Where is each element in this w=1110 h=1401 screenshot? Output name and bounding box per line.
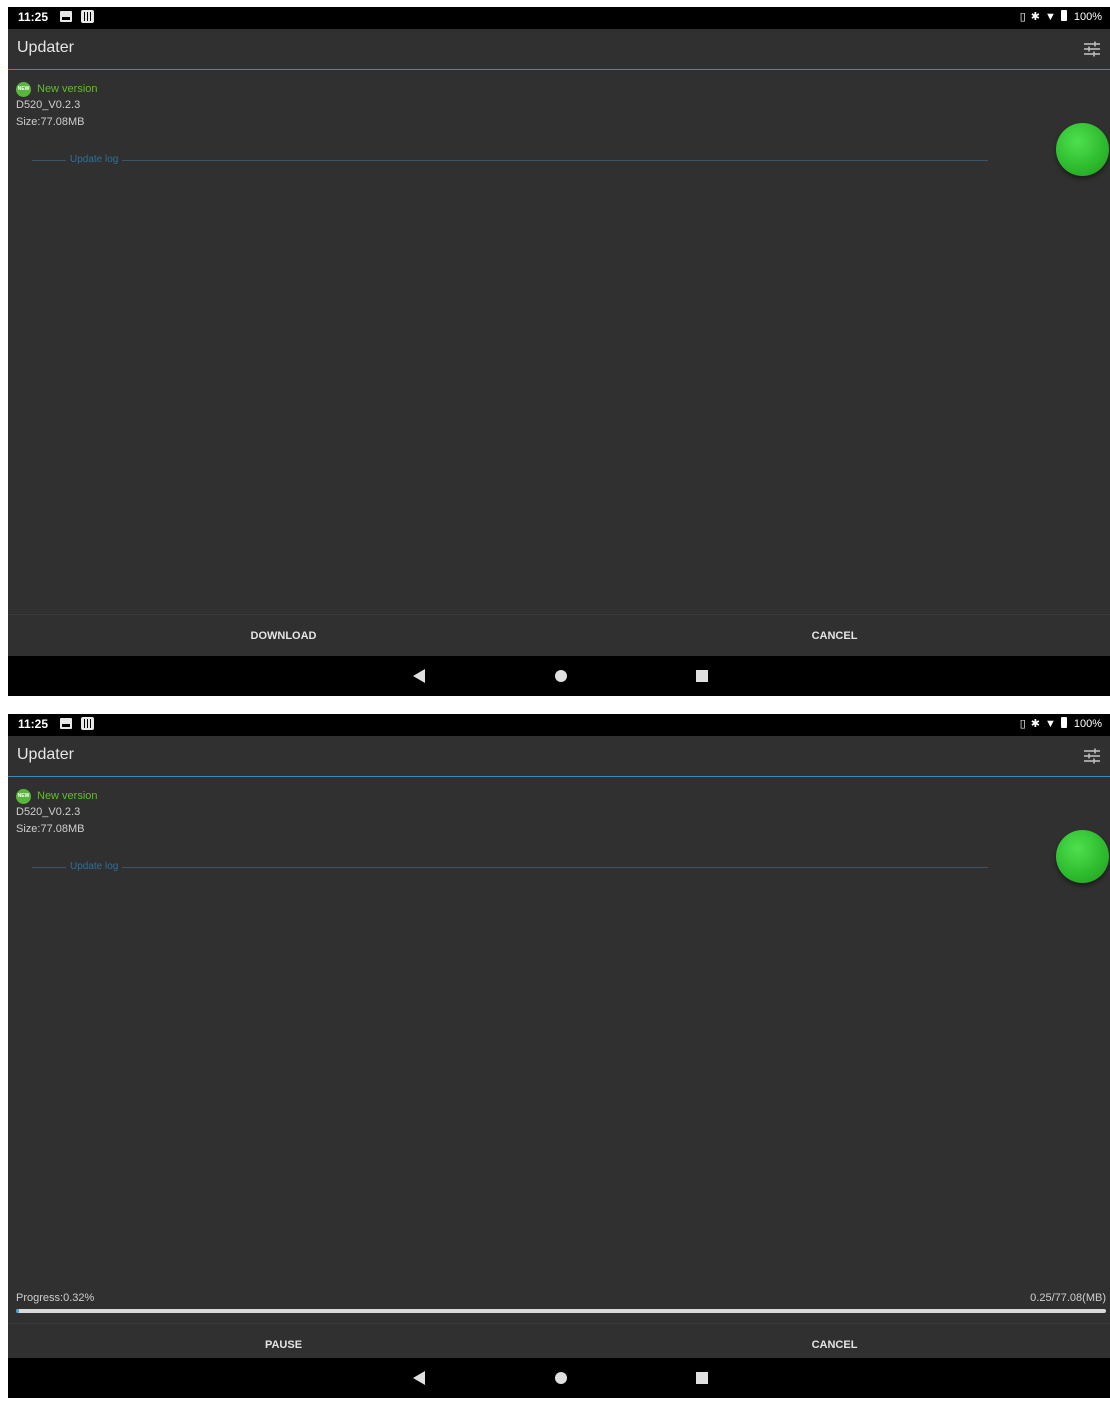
- progress-amount: 0.25/77.08(MB): [1030, 1292, 1106, 1304]
- update-log-divider: [32, 867, 988, 868]
- battery-percent: 100%: [1073, 11, 1102, 23]
- sim-icon: ▯: [1019, 718, 1026, 730]
- new-badge-icon: NEW: [16, 81, 31, 97]
- update-status-indicator: [1056, 123, 1109, 176]
- version-info: NEW New version D520_V0.2.3 Size:77.08MB: [16, 81, 98, 131]
- sim-icon: ▯: [1019, 11, 1026, 23]
- sd-card-icon: [81, 717, 94, 730]
- version-name: D520_V0.2.3: [16, 806, 81, 818]
- navigation-bar: [8, 1358, 1110, 1398]
- progress-label: Progress:0.32%: [16, 1292, 95, 1304]
- bluetooth-icon: ✱: [1030, 718, 1040, 730]
- back-icon[interactable]: [413, 669, 425, 683]
- navigation-bar: [8, 656, 1110, 696]
- sd-card-icon: [81, 10, 94, 23]
- update-log-label: Update log: [66, 154, 123, 165]
- recents-icon[interactable]: [696, 670, 708, 682]
- updater-screen-downloading: 11:25 ▯ ✱ ▼ 100% Updater NEW New version…: [8, 714, 1110, 1398]
- app-bar: Updater: [8, 736, 1110, 777]
- settings-sliders-icon[interactable]: [1083, 748, 1101, 764]
- update-status-indicator: [1056, 830, 1109, 883]
- settings-sliders-icon[interactable]: [1083, 41, 1101, 57]
- status-time: 11:25: [18, 717, 49, 731]
- wifi-icon: ▼: [1044, 11, 1056, 23]
- status-bar: 11:25 ▯ ✱ ▼ 100%: [8, 7, 1110, 29]
- new-badge-icon: NEW: [16, 788, 31, 804]
- download-button[interactable]: DOWNLOAD: [8, 615, 559, 657]
- wifi-icon: ▼: [1044, 718, 1056, 730]
- version-size: Size:77.08MB: [16, 116, 85, 128]
- app-bar: Updater: [8, 29, 1110, 70]
- recents-icon[interactable]: [696, 1372, 708, 1384]
- home-icon[interactable]: [555, 670, 567, 682]
- back-icon[interactable]: [413, 1371, 425, 1385]
- app-title: Updater: [17, 746, 74, 763]
- new-version-label: New version: [37, 790, 98, 802]
- bluetooth-icon: ✱: [1030, 11, 1040, 23]
- button-bar: DOWNLOAD CANCEL: [8, 614, 1110, 657]
- version-info: NEW New version D520_V0.2.3 Size:77.08MB: [16, 788, 98, 838]
- app-title: Updater: [17, 39, 74, 56]
- status-bar: 11:25 ▯ ✱ ▼ 100%: [8, 714, 1110, 736]
- version-size: Size:77.08MB: [16, 823, 85, 835]
- update-log-divider: [32, 160, 988, 161]
- download-progress-bar: [16, 1309, 1106, 1313]
- version-name: D520_V0.2.3: [16, 99, 81, 111]
- updater-screen-idle: 11:25 ▯ ✱ ▼ 100% Updater NEW New version…: [8, 7, 1110, 696]
- new-version-label: New version: [37, 83, 98, 95]
- update-log-label: Update log: [66, 861, 123, 872]
- photo-notification-icon: [60, 718, 72, 729]
- battery-percent: 100%: [1073, 718, 1102, 730]
- photo-notification-icon: [60, 11, 72, 22]
- download-progress-fill: [16, 1309, 20, 1313]
- cancel-button[interactable]: CANCEL: [559, 615, 1110, 657]
- home-icon[interactable]: [555, 1372, 567, 1384]
- battery-icon: [1060, 717, 1069, 731]
- status-time: 11:25: [18, 10, 49, 24]
- battery-icon: [1060, 10, 1069, 24]
